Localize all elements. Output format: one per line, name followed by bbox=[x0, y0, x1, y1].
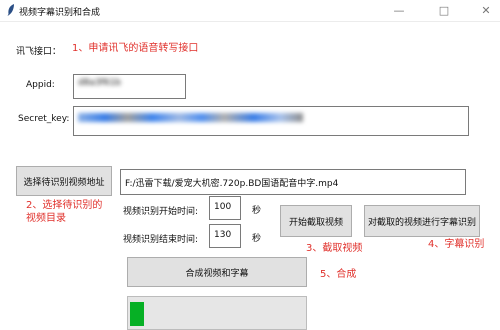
start-time-value: 100 bbox=[214, 202, 232, 212]
secret-key-value-blurred bbox=[78, 113, 303, 122]
step4-note: 4、字幕识别 bbox=[428, 239, 485, 250]
title-bar: 视频字幕识别和合成 — □ ✕ bbox=[0, 0, 500, 22]
start-time-input[interactable]: 100 bbox=[209, 196, 241, 220]
maximize-button[interactable]: □ bbox=[436, 3, 452, 19]
merge-button-label: 合成视频和字幕 bbox=[185, 268, 249, 279]
end-time-value: 130 bbox=[214, 230, 232, 240]
feather-icon bbox=[7, 4, 15, 19]
end-time-label: 视频识别结束时间: bbox=[123, 235, 199, 245]
step5-note: 5、合成 bbox=[320, 269, 357, 280]
select-video-button[interactable]: 选择待识别视频地址 bbox=[16, 166, 112, 196]
select-video-button-label: 选择待识别视频地址 bbox=[23, 177, 105, 188]
step2-note-line1: 2、选择待识别的 bbox=[26, 200, 103, 211]
merge-button[interactable]: 合成视频和字幕 bbox=[127, 257, 307, 287]
appid-label: Appid: bbox=[26, 80, 55, 90]
start-time-unit: 秒 bbox=[252, 206, 262, 216]
recognize-subtitle-button[interactable]: 对截取的视频进行字幕识别 bbox=[364, 205, 480, 237]
minimize-button[interactable]: — bbox=[391, 3, 407, 19]
secret-key-input[interactable] bbox=[73, 106, 469, 136]
capture-video-button[interactable]: 开始截取视频 bbox=[280, 205, 352, 237]
secret-key-label: Secret_key: bbox=[18, 114, 70, 124]
end-time-input[interactable]: 130 bbox=[209, 224, 241, 248]
video-path-value: F:/迅雷下载/爱宠大机密.720p.BD国语配音中字.mp4 bbox=[125, 179, 339, 189]
end-time-unit: 秒 bbox=[252, 234, 262, 244]
step2-note-line2: 视频目录 bbox=[26, 213, 66, 224]
capture-video-button-label: 开始截取视频 bbox=[288, 217, 343, 228]
step1-note: 1、申请讯飞的语音转写接口 bbox=[72, 43, 199, 54]
step3-note: 3、截取视频 bbox=[306, 243, 363, 254]
progress-bar-fill bbox=[130, 302, 144, 326]
window-title: 视频字幕识别和合成 bbox=[19, 8, 101, 18]
appid-value: d8a3f61b bbox=[78, 78, 122, 88]
video-path-input[interactable]: F:/迅雷下载/爱宠大机密.720p.BD国语配音中字.mp4 bbox=[120, 169, 466, 195]
progress-bar bbox=[127, 296, 307, 330]
start-time-label: 视频识别开始时间: bbox=[123, 207, 199, 217]
appid-input[interactable]: d8a3f61b bbox=[73, 74, 186, 99]
api-section-label: 讯飞接口： bbox=[16, 47, 62, 57]
recognize-subtitle-button-label: 对截取的视频进行字幕识别 bbox=[367, 217, 476, 228]
close-button[interactable]: ✕ bbox=[478, 3, 494, 19]
